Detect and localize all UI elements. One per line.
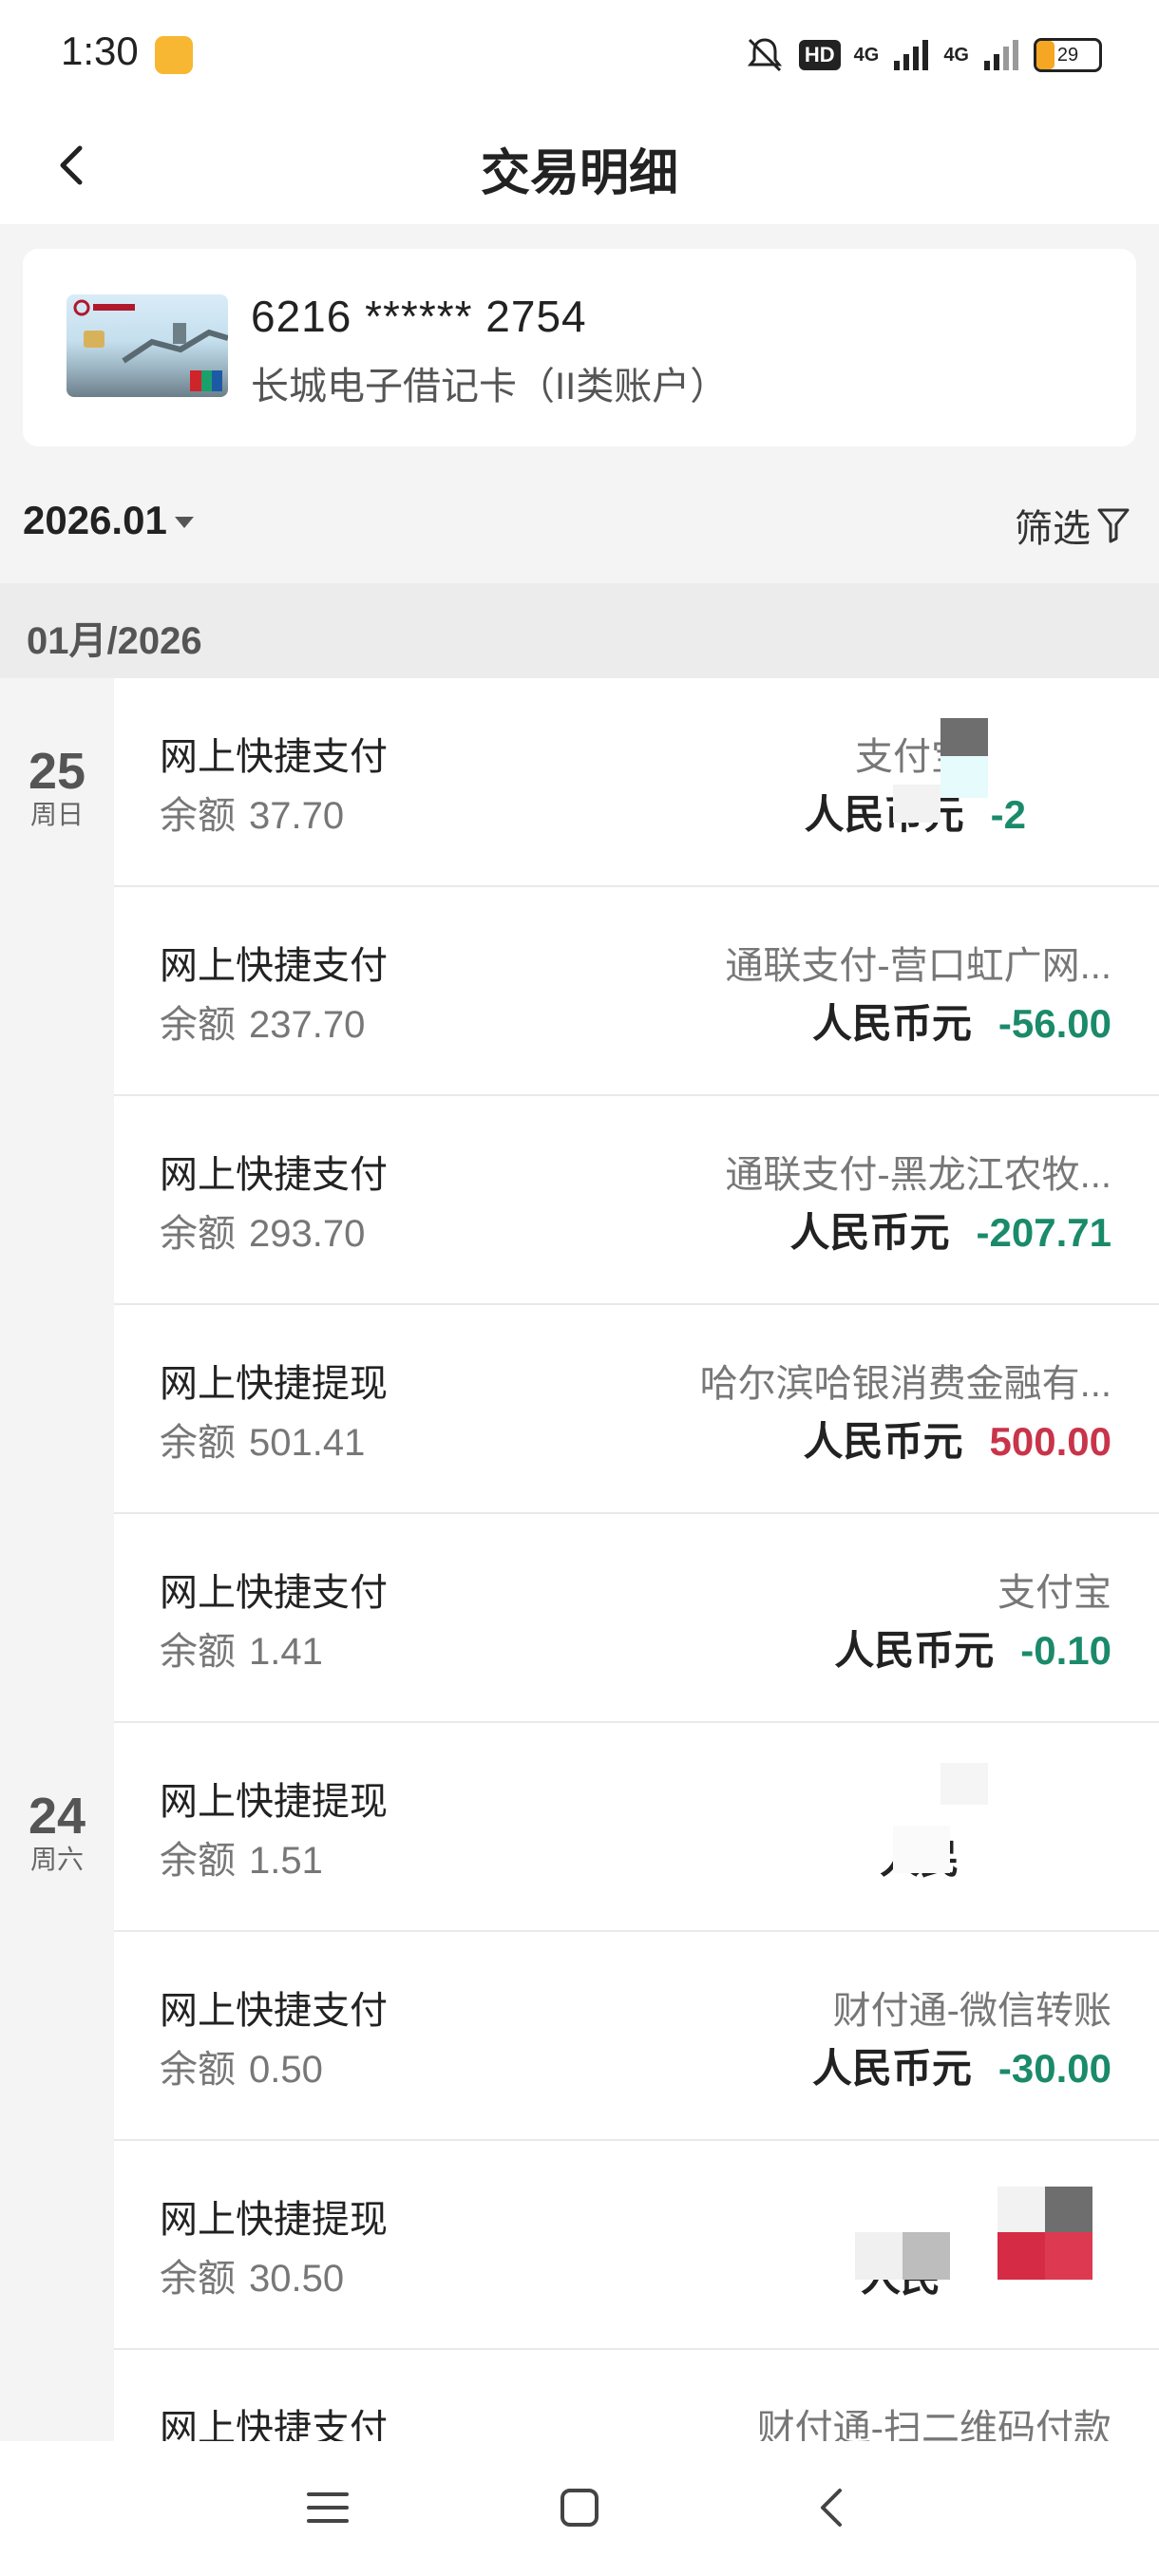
signal-1-label: 4G	[853, 44, 880, 66]
privacy-mosaic	[940, 1763, 988, 1805]
day-weekday: 周六	[29, 1845, 84, 1874]
day-group-25: 25 周日	[0, 743, 114, 830]
privacy-mosaic	[998, 2187, 1045, 2232]
signal-bars-2-icon	[984, 40, 1018, 70]
transaction-row[interactable]: 网上快捷提现 余额30.50 人民	[114, 2141, 1159, 2350]
transaction-row[interactable]: 网上快捷提现 余额1.51 人民	[114, 1723, 1159, 1932]
date-column	[0, 678, 114, 2441]
hd-badge: HD	[798, 40, 841, 70]
day-group-24: 24 周六	[0, 1788, 114, 1875]
transaction-amount: 人民币元 -30.00	[811, 2046, 1112, 2091]
transaction-row[interactable]: 网上快捷支付 余额 293.70 通联支付-黑龙江农牧... 人民币元 -207.…	[114, 1096, 1159, 1305]
transaction-balance: 余额 237.70	[160, 1004, 366, 1046]
status-icons: HD 4G 4G 29	[744, 34, 1102, 76]
system-navigation-bar	[0, 2441, 1159, 2576]
transaction-merchant: 支付宝	[998, 1572, 1112, 1614]
transaction-type: 网上快捷支付	[160, 2408, 388, 2441]
bank-card-image	[66, 294, 228, 397]
privacy-mosaic	[1045, 2187, 1092, 2232]
page-title: 交易明细	[480, 146, 678, 201]
filter-button[interactable]: 筛选	[1015, 498, 1130, 553]
transaction-type: 网上快捷支付	[160, 1990, 388, 2032]
transaction-merchant: 通联支付-营口虹广网...	[725, 945, 1112, 987]
transaction-balance: 余额 30.50	[160, 2258, 345, 2300]
transaction-row[interactable]: 网上快捷支付 余额 237.70 通联支付-营口虹广网... 人民币元 -56.0…	[114, 887, 1159, 1096]
day-weekday: 周日	[29, 800, 84, 829]
caret-down-icon	[174, 517, 194, 528]
day-number: 24	[28, 1788, 86, 1845]
battery-icon: 29	[1034, 38, 1102, 72]
signal-2-label: 4G	[943, 44, 969, 66]
signal-bars-1-icon	[894, 40, 929, 70]
transaction-balance: 余额 501.41	[160, 1422, 366, 1464]
privacy-mosaic	[855, 2232, 902, 2280]
month-section-header: 01月/2026	[0, 583, 1159, 678]
transaction-balance: 余额 0.50	[160, 2049, 323, 2091]
transaction-row[interactable]: 网上快捷支付 余额 0.50 财付通-微信转账 人民币元 -30.00	[114, 1932, 1159, 2141]
month-selector[interactable]: 2026.01	[23, 498, 194, 543]
transaction-type: 网上快捷支付	[160, 1154, 388, 1196]
card-number: 6216 ****** 2754	[251, 292, 587, 341]
transaction-balance: 余额 1.51	[160, 1840, 323, 1882]
mute-bell-icon	[747, 38, 782, 72]
system-back-button[interactable]	[794, 2470, 870, 2546]
menu-icon	[307, 2492, 349, 2523]
transaction-balance: 余额 293.70	[160, 1213, 366, 1255]
bank-card-panel[interactable]: 6216 ****** 2754 长城电子借记卡（II类账户）	[23, 249, 1136, 446]
transaction-amount: 人民币元 -56.00	[811, 1001, 1112, 1046]
app-header: 交易明细	[0, 114, 1159, 224]
battery-level: 29	[1056, 45, 1079, 66]
filter-label: 筛选	[1015, 508, 1091, 550]
transaction-type: 网上快捷支付	[160, 1572, 388, 1614]
home-square-icon	[560, 2489, 598, 2527]
transaction-row[interactable]: 网上快捷支付 余额 1.41 支付宝 人民币元 -0.10	[114, 1514, 1159, 1723]
transaction-type: 网上快捷支付	[160, 945, 388, 987]
card-type: 长城电子借记卡（II类账户）	[251, 366, 729, 407]
transaction-list[interactable]: 25 周日 24 周六 网上快捷支付 余额 37.70 支付宝 人民币元 -2 网…	[0, 678, 1159, 2441]
privacy-mosaic	[940, 756, 988, 798]
privacy-mosaic	[902, 2232, 950, 2280]
section-label: 01月/2026	[27, 620, 202, 662]
transaction-merchant: 财付通-扫二维码付款	[756, 2408, 1112, 2441]
transaction-amount: 人民币元 -0.10	[834, 1628, 1112, 1673]
home-button[interactable]	[542, 2470, 618, 2546]
transaction-row[interactable]: 网上快捷提现 余额 501.41 哈尔滨哈银消费金融有... 人民币元 500.0…	[114, 1305, 1159, 1514]
day-number: 25	[28, 743, 86, 800]
month-value: 2026.01	[23, 498, 167, 542]
privacy-mosaic	[893, 785, 940, 823]
transaction-amount: 人民币元 -207.71	[789, 1210, 1112, 1255]
privacy-mosaic	[998, 2232, 1045, 2280]
status-bar: 1:30 HD 4G 4G 29	[0, 0, 1159, 114]
transaction-row[interactable]: 网上快捷支付 财付通-扫二维码付款	[114, 2350, 1159, 2441]
transaction-type: 网上快捷提现	[160, 1781, 388, 1823]
app-notification-icon	[155, 36, 193, 74]
privacy-mosaic	[893, 1826, 950, 1873]
transaction-type: 网上快捷提现	[160, 2199, 388, 2241]
transaction-type: 网上快捷提现	[160, 1363, 388, 1405]
month-filter-bar: 2026.01 筛选	[0, 465, 1159, 583]
transaction-amount: 人民币元 500.00	[803, 1419, 1112, 1464]
back-triangle-icon	[821, 2489, 842, 2527]
transaction-merchant: 财付通-微信转账	[832, 1990, 1112, 2032]
transaction-merchant: 通联支付-黑龙江农牧...	[725, 1154, 1112, 1196]
status-time: 1:30	[61, 28, 139, 73]
privacy-mosaic	[1045, 2232, 1092, 2280]
funnel-icon	[1097, 508, 1130, 543]
privacy-mosaic	[940, 718, 988, 756]
transaction-balance: 余额 37.70	[160, 795, 345, 837]
transaction-row[interactable]: 网上快捷支付 余额 37.70 支付宝 人民币元 -2	[114, 678, 1159, 887]
transaction-balance: 余额 1.41	[160, 1631, 323, 1673]
menu-button[interactable]	[290, 2470, 366, 2546]
transaction-type: 网上快捷支付	[160, 736, 388, 778]
transaction-merchant: 哈尔滨哈银消费金融有...	[699, 1363, 1112, 1405]
